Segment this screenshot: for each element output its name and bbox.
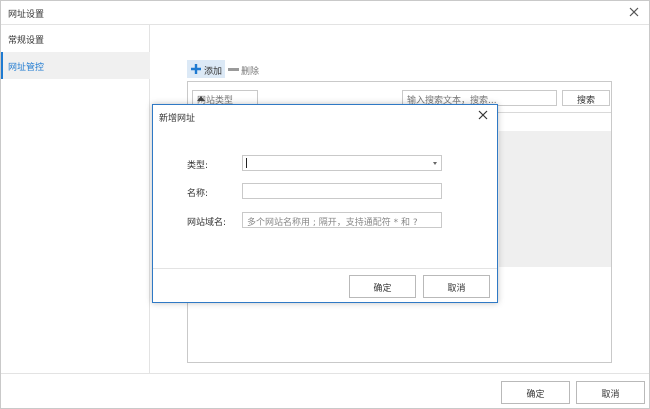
dialog-ok-button[interactable]: 确定 [349,275,416,298]
type-label: 类型: [187,161,209,171]
search-button[interactable]: 搜索 [562,90,610,106]
title-bar: 网址设置 [1,1,649,25]
window-title: 网址设置 [8,10,45,20]
delete-label: 删除 [241,67,260,77]
cancel-button-label: 取消 [601,390,620,400]
type-select[interactable] [242,155,442,171]
ok-button-label: 确定 [526,390,545,400]
sidebar-item-general[interactable]: 常规设置 [1,25,150,52]
dialog-cancel-button[interactable]: 取消 [423,275,490,298]
text-caret [246,158,247,168]
domain-label: 网站域名: [187,218,227,228]
dialog-cancel-label: 取消 [447,284,466,294]
cancel-button[interactable]: 取消 [576,381,645,404]
delete-button[interactable]: 删除 [227,60,267,78]
sidebar-item-url-control[interactable]: 网址管控 [1,52,150,79]
list-area [499,131,611,267]
sidebar-item-label: 网址管控 [8,63,45,73]
close-icon[interactable] [627,5,641,19]
domain-field-placeholder: 多个网站名称用 ; 隔开，支持通配符 * 和 ? [247,218,418,228]
add-url-dialog: 新增网址 类型: 名称: 网站域名: 多个网站名称用 ; 隔开，支持通配符 * … [152,104,498,303]
add-label: 添加 [204,67,223,77]
chevron-up-icon [197,96,205,101]
close-icon[interactable] [477,109,489,121]
dialog-ok-label: 确定 [373,284,392,294]
name-label: 名称: [187,189,209,199]
plus-icon [191,64,201,74]
ok-button[interactable]: 确定 [501,381,570,404]
sidebar-item-label: 常规设置 [8,36,45,46]
sidebar: 常规设置 网址管控 [1,25,150,373]
add-button[interactable]: 添加 [187,60,225,78]
minus-icon [228,68,239,71]
domain-field[interactable]: 多个网站名称用 ; 隔开，支持通配符 * 和 ? [242,212,442,228]
search-button-label: 搜索 [576,96,595,106]
chevron-down-icon [433,162,437,165]
name-field[interactable] [242,183,442,199]
dialog-title: 新增网址 [159,114,196,124]
window-footer: 确定 取消 [1,373,649,408]
dialog-divider [153,268,497,269]
